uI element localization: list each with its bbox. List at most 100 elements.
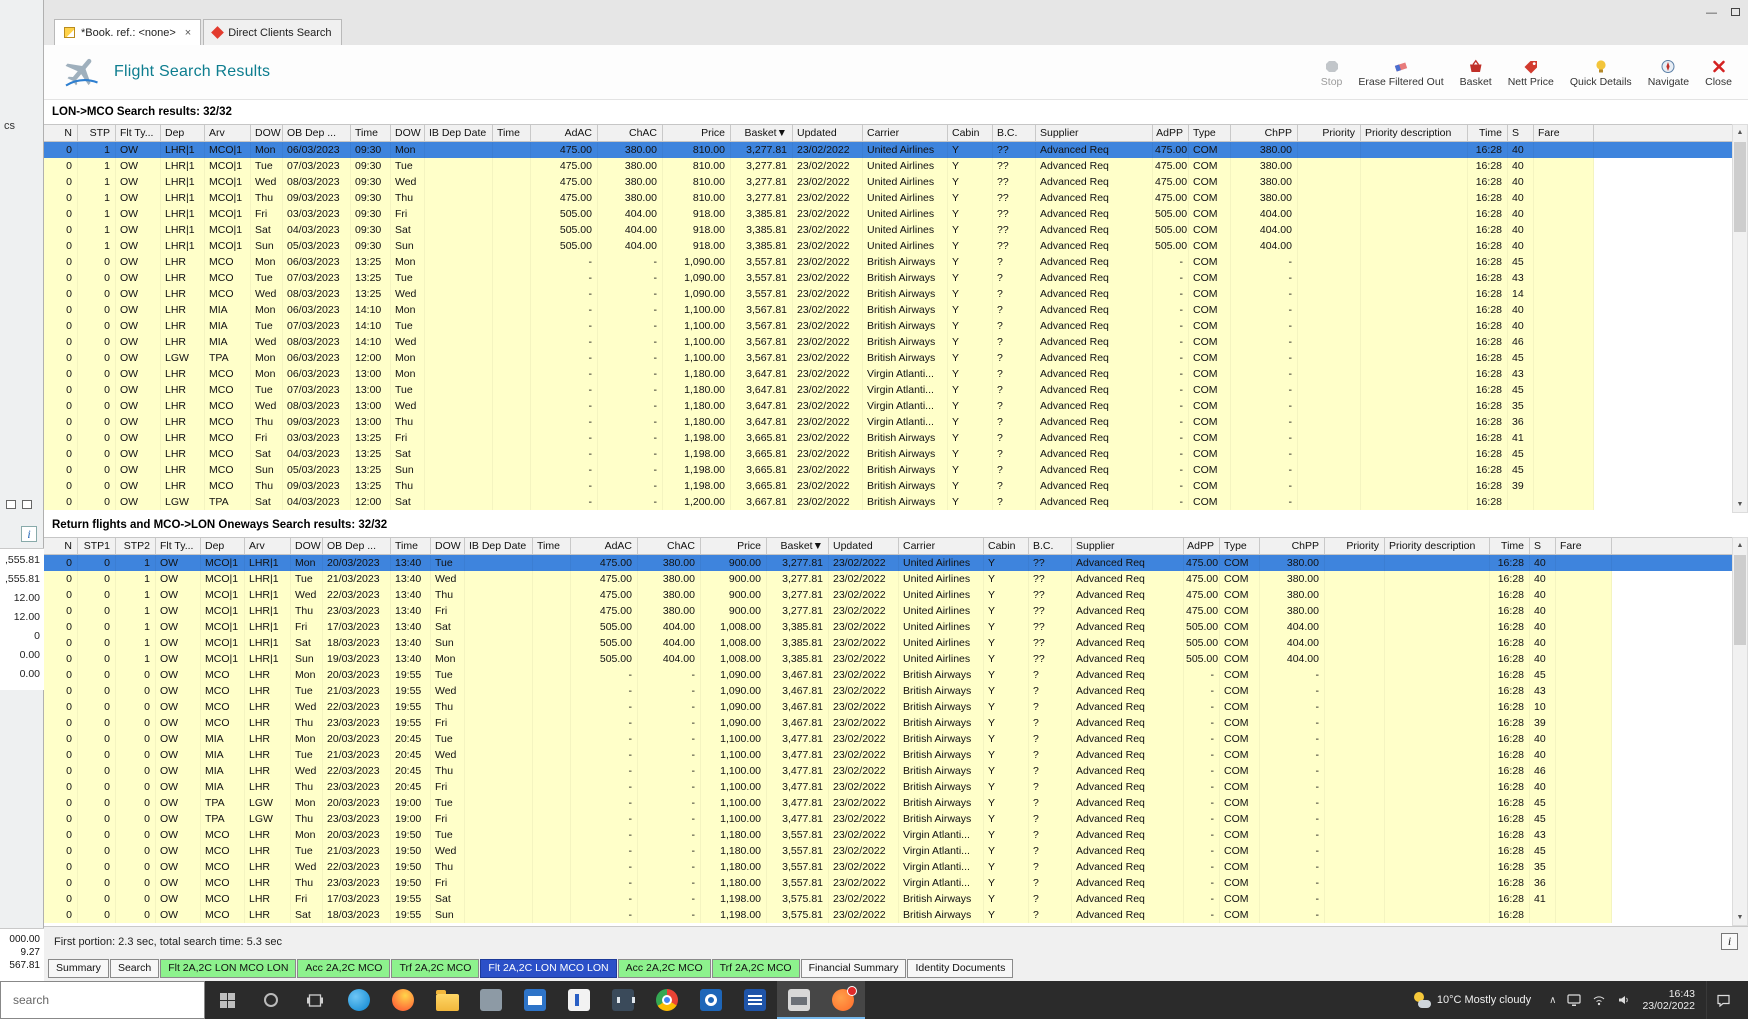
tab-booking-ref[interactable]: *Book. ref.: <none> × [54,19,202,45]
column-header-dep[interactable]: Dep [161,125,205,141]
result-row[interactable]: 0 0 OW LHR MCO Mon 06/03/2023 13:25 Mon - -1,090.0… [44,254,1732,270]
column-header-time[interactable]: Time [1490,538,1530,554]
start-button[interactable] [205,981,249,1019]
weather-widget[interactable]: 10°C Mostly cloudy [1403,981,1541,1019]
column-header-ob-dep-[interactable]: OB Dep ... [323,538,391,554]
scrollbar-track[interactable] [1733,553,1747,910]
result-row[interactable]: 0 0 0 OW MCO LHR Tue 21/03/2023 19:50 Wed - -1,180.… [44,843,1732,859]
column-header-priority[interactable]: Priority [1325,538,1385,554]
result-row[interactable]: 0 0 0 OW MIA LHR Tue 21/03/2023 20:45 Wed - -1,100.… [44,747,1732,763]
navigate-button[interactable]: Navigate [1640,54,1697,90]
tab-close-icon[interactable]: × [185,27,191,39]
info-icon[interactable]: i [21,526,37,542]
outlook-icon[interactable] [689,981,733,1019]
column-header-carrier[interactable]: Carrier [863,125,948,141]
column-header-cabin[interactable]: Cabin [948,125,993,141]
result-row[interactable]: 0 1 OW LHR|1 MCO|1 Tue 07/03/2023 09:30 Tue 475.0… [44,158,1732,174]
result-row[interactable]: 0 0 0 OW MCO LHR Sat 18/03/2023 19:55 Sun - -1,198.… [44,907,1732,923]
column-header-arv[interactable]: Arv [245,538,291,554]
result-row[interactable]: 0 0 OW LHR MIA Mon 06/03/2023 14:10 Mon - -1,100.0… [44,302,1732,318]
result-row[interactable]: 0 0 1 OW MCO|1 LHR|1 Thu 23/03/2023 13:40 Fri 475.… [44,603,1732,619]
result-row[interactable]: 0 1 OW LHR|1 MCO|1 Thu 09/03/2023 09:30 Thu 475.0… [44,190,1732,206]
result-row[interactable]: 0 0 1 OW MCO|1 LHR|1 Fri 17/03/2023 13:40 Sat 505.… [44,619,1732,635]
result-row[interactable]: 0 0 0 OW MCO LHR Fri 17/03/2023 19:55 Sat - -1,198.… [44,891,1732,907]
column-header-ib-dep-date[interactable]: IB Dep Date [465,538,533,554]
bottom-tab[interactable]: Identity Documents [907,959,1014,978]
column-header-s[interactable]: S [1530,538,1556,554]
column-header-supplier[interactable]: Supplier [1072,538,1184,554]
column-header-arv[interactable]: Arv [205,125,251,141]
result-row[interactable]: 0 0 1 OW MCO|1 LHR|1 Sat 18/03/2023 13:40 Sun 505.… [44,635,1732,651]
cortana-icon[interactable] [249,981,293,1019]
result-row[interactable]: 0 1 OW LHR|1 MCO|1 Sat 04/03/2023 09:30 Sat 505.0… [44,222,1732,238]
column-header-chpp[interactable]: ChPP [1260,538,1325,554]
column-header-adac[interactable]: AdAC [531,125,598,141]
bottom-tab[interactable]: Trf 2A,2C MCO [391,959,480,978]
volume-icon[interactable] [1617,994,1631,1006]
result-row[interactable]: 0 0 0 OW MCO LHR Tue 21/03/2023 19:55 Wed - -1,090.… [44,683,1732,699]
result-row[interactable]: 0 0 1 OW MCO|1 LHR|1 Tue 21/03/2023 13:40 Wed 475.… [44,571,1732,587]
bottom-tab[interactable]: Trf 2A,2C MCO [711,959,800,978]
panel-window-controls[interactable] [6,500,32,509]
column-header-carrier[interactable]: Carrier [899,538,984,554]
mail-icon[interactable] [513,981,557,1019]
column-header-adac[interactable]: AdAC [571,538,638,554]
column-header-adpp[interactable]: AdPP [1153,125,1189,141]
result-row[interactable]: 0 1 OW LHR|1 MCO|1 Wed 08/03/2023 09:30 Wed 475.0… [44,174,1732,190]
column-header-fare[interactable]: Fare [1534,125,1594,141]
result-row[interactable]: 0 0 OW LGW TPA Sat 04/03/2023 12:00 Sat - -1,200.0… [44,494,1732,510]
column-header-s[interactable]: S [1508,125,1534,141]
column-header-ib-dep-date[interactable]: IB Dep Date [425,125,493,141]
scroll-up-icon[interactable]: ▲ [1737,125,1744,140]
column-header-flt-ty-[interactable]: Flt Ty... [116,125,161,141]
printer-app-icon[interactable] [777,981,821,1019]
bottom-tab[interactable]: Flt 2A,2C LON MCO LON [480,959,617,978]
briefcase-app-icon[interactable] [469,981,513,1019]
column-header-n[interactable]: N [44,125,78,141]
outbound-scrollbar[interactable]: ▲ ▼ [1732,124,1748,513]
column-header-dow[interactable]: DOW [431,538,465,554]
result-row[interactable]: 0 0 0 OW MCO LHR Thu 23/03/2023 19:50 Fri - -1,180.… [44,875,1732,891]
column-header-n[interactable]: N [44,538,78,554]
erase-filtered-out-button[interactable]: Erase Filtered Out [1350,54,1451,90]
column-header-flt-ty-[interactable]: Flt Ty... [156,538,201,554]
result-row[interactable]: 0 1 OW LHR|1 MCO|1 Mon 06/03/2023 09:30 Mon 475.0… [44,142,1732,158]
column-header-b-c-[interactable]: B.C. [1029,538,1072,554]
return-scrollbar[interactable]: ▲ ▼ [1732,537,1748,926]
result-row[interactable]: 0 0 0 OW MIA LHR Thu 23/03/2023 20:45 Fri - -1,100.… [44,779,1732,795]
result-row[interactable]: 0 0 1 OW MCO|1 LHR|1 Wed 22/03/2023 13:40 Thu 475.… [44,587,1732,603]
network-icon[interactable] [1592,994,1606,1006]
info-icon[interactable]: i [1721,933,1738,950]
column-header-dow[interactable]: DOW [251,125,283,141]
tab-direct-clients-search[interactable]: Direct Clients Search [203,19,342,45]
column-header-basket-[interactable]: Basket▼ [731,125,793,141]
column-header-priority-description[interactable]: Priority description [1385,538,1490,554]
taskbar-clock[interactable]: 16:43 23/02/2022 [1642,988,1695,1013]
column-header-dow[interactable]: DOW [391,125,425,141]
bottom-tab[interactable]: Acc 2A,2C MCO [617,959,711,978]
nett-price-button[interactable]: Nett Price [1500,54,1562,90]
action-center-icon[interactable] [1706,981,1740,1019]
bottom-tab[interactable]: Flt 2A,2C LON MCO LON [160,959,297,978]
result-row[interactable]: 0 0 OW LHR MCO Sun 05/03/2023 13:25 Sun - -1,198.0… [44,462,1732,478]
wiki-app-icon[interactable] [601,981,645,1019]
bottom-tab[interactable]: Search [109,959,160,978]
result-row[interactable]: 0 0 0 OW MCO LHR Mon 20/03/2023 19:55 Tue - -1,090.… [44,667,1732,683]
column-header-time[interactable]: Time [391,538,431,554]
scrollbar-track[interactable] [1733,140,1747,497]
column-header-dep[interactable]: Dep [201,538,245,554]
column-header-priority[interactable]: Priority [1298,125,1361,141]
file-explorer-icon[interactable] [425,981,469,1019]
result-row[interactable]: 0 0 0 OW MCO LHR Wed 22/03/2023 19:50 Thu - -1,180.… [44,859,1732,875]
column-header-basket-[interactable]: Basket▼ [767,538,829,554]
panel-restore-icon[interactable] [22,500,32,509]
result-row[interactable]: 0 0 OW LHR MIA Tue 07/03/2023 14:10 Tue - -1,100.0… [44,318,1732,334]
column-header-time[interactable]: Time [351,125,391,141]
result-row[interactable]: 0 0 OW LHR MCO Thu 09/03/2023 13:25 Thu - -1,198.0… [44,478,1732,494]
bottom-tab[interactable]: Summary [48,959,109,978]
restore-button[interactable] [1731,8,1740,18]
result-row[interactable]: 0 0 OW LHR MCO Wed 08/03/2023 13:25 Wed - -1,090.0… [44,286,1732,302]
result-row[interactable]: 0 0 0 OW MCO LHR Thu 23/03/2023 19:55 Fri - -1,090.… [44,715,1732,731]
bottom-tab[interactable]: Financial Summary [800,959,907,978]
column-header-time[interactable]: Time [533,538,571,554]
